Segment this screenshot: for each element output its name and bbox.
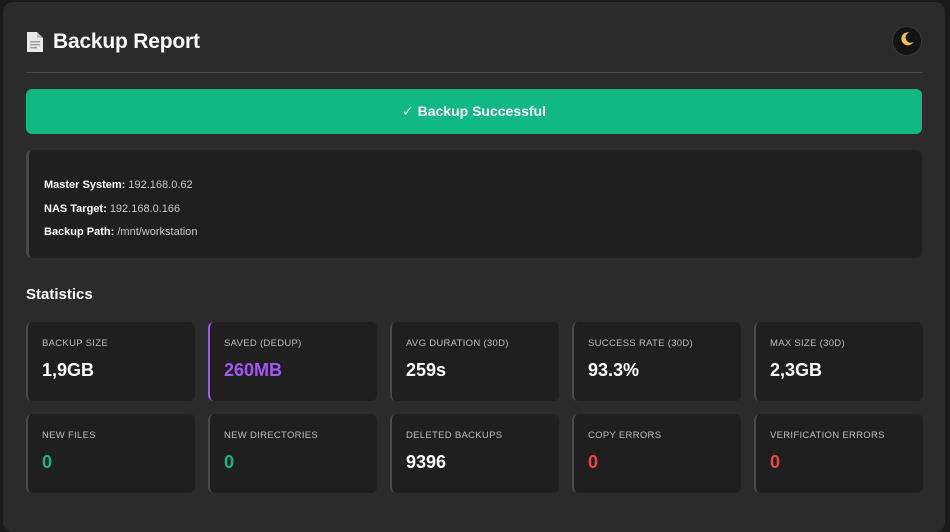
backup-status-banner: ✓ Backup Successful xyxy=(26,89,922,134)
stat-label: AVG DURATION (30D) xyxy=(406,338,509,349)
stat-card-new-files: NEW FILES 0 xyxy=(26,414,195,493)
stat-value: 0 xyxy=(42,452,53,472)
info-master-system: Master System: 192.168.0.62 xyxy=(44,174,922,198)
stat-value: 9396 xyxy=(406,452,447,472)
stat-card-max-size: MAX SIZE (30D) 2,3GB xyxy=(754,322,923,401)
page-title: Backup Report xyxy=(53,30,200,53)
stat-value: 2,3GB xyxy=(770,360,823,380)
document-icon xyxy=(26,31,44,53)
info-backup-path: Backup Path: /mnt/workstation xyxy=(44,221,922,245)
report-header: Backup Report xyxy=(26,20,922,73)
info-value: /mnt/workstation xyxy=(117,226,198,238)
stat-card-saved-dedup: SAVED (DEDUP) 260MB xyxy=(208,322,377,401)
stat-card-backup-size: BACKUP SIZE 1,9GB xyxy=(26,322,195,401)
stat-card-new-directories: NEW DIRECTORIES 0 xyxy=(208,414,377,493)
info-value: 192.168.0.62 xyxy=(128,179,193,191)
stat-label: MAX SIZE (30D) xyxy=(770,338,845,349)
stat-card-verification-errors: VERIFICATION ERRORS 0 xyxy=(754,414,923,493)
stat-value: 0 xyxy=(770,452,781,472)
info-key: Master System: xyxy=(44,179,126,191)
stat-value: 0 xyxy=(588,452,599,472)
info-nas-target: NAS Target: 192.168.0.166 xyxy=(44,198,922,222)
moon-icon xyxy=(899,31,915,52)
stat-label: DELETED BACKUPS xyxy=(406,430,503,441)
stat-card-deleted-backups: DELETED BACKUPS 9396 xyxy=(390,414,559,493)
backup-info-panel: Master System: 192.168.0.62 NAS Target: … xyxy=(26,150,922,258)
theme-toggle-button[interactable] xyxy=(892,26,922,56)
info-key: Backup Path: xyxy=(44,226,115,238)
stat-label: NEW FILES xyxy=(42,430,96,441)
stat-card-avg-duration: AVG DURATION (30D) 259s xyxy=(390,322,559,401)
stat-card-success-rate: SUCCESS RATE (30D) 93.3% xyxy=(572,322,741,401)
info-key: NAS Target: xyxy=(44,202,107,215)
stat-value: 1,9GB xyxy=(42,360,95,380)
stat-label: BACKUP SIZE xyxy=(42,338,108,349)
stat-value: 93.3% xyxy=(588,360,640,380)
info-value: 192.168.0.166 xyxy=(109,202,181,215)
stat-label: NEW DIRECTORIES xyxy=(224,430,319,441)
stat-card-copy-errors: COPY ERRORS 0 xyxy=(572,414,741,493)
stat-value: 259s xyxy=(406,360,447,380)
stat-label: SUCCESS RATE (30D) xyxy=(588,338,693,349)
backup-report-card: Backup Report ✓ Backup Successful Master… xyxy=(3,2,945,532)
stat-label: VERIFICATION ERRORS xyxy=(770,430,885,441)
stat-label: SAVED (DEDUP) xyxy=(224,338,302,349)
statistics-heading: Statistics xyxy=(26,286,93,303)
title-wrap: Backup Report xyxy=(26,30,200,54)
stat-label: COPY ERRORS xyxy=(588,430,662,441)
stat-value: 0 xyxy=(224,452,235,472)
stat-value: 260MB xyxy=(224,360,283,380)
